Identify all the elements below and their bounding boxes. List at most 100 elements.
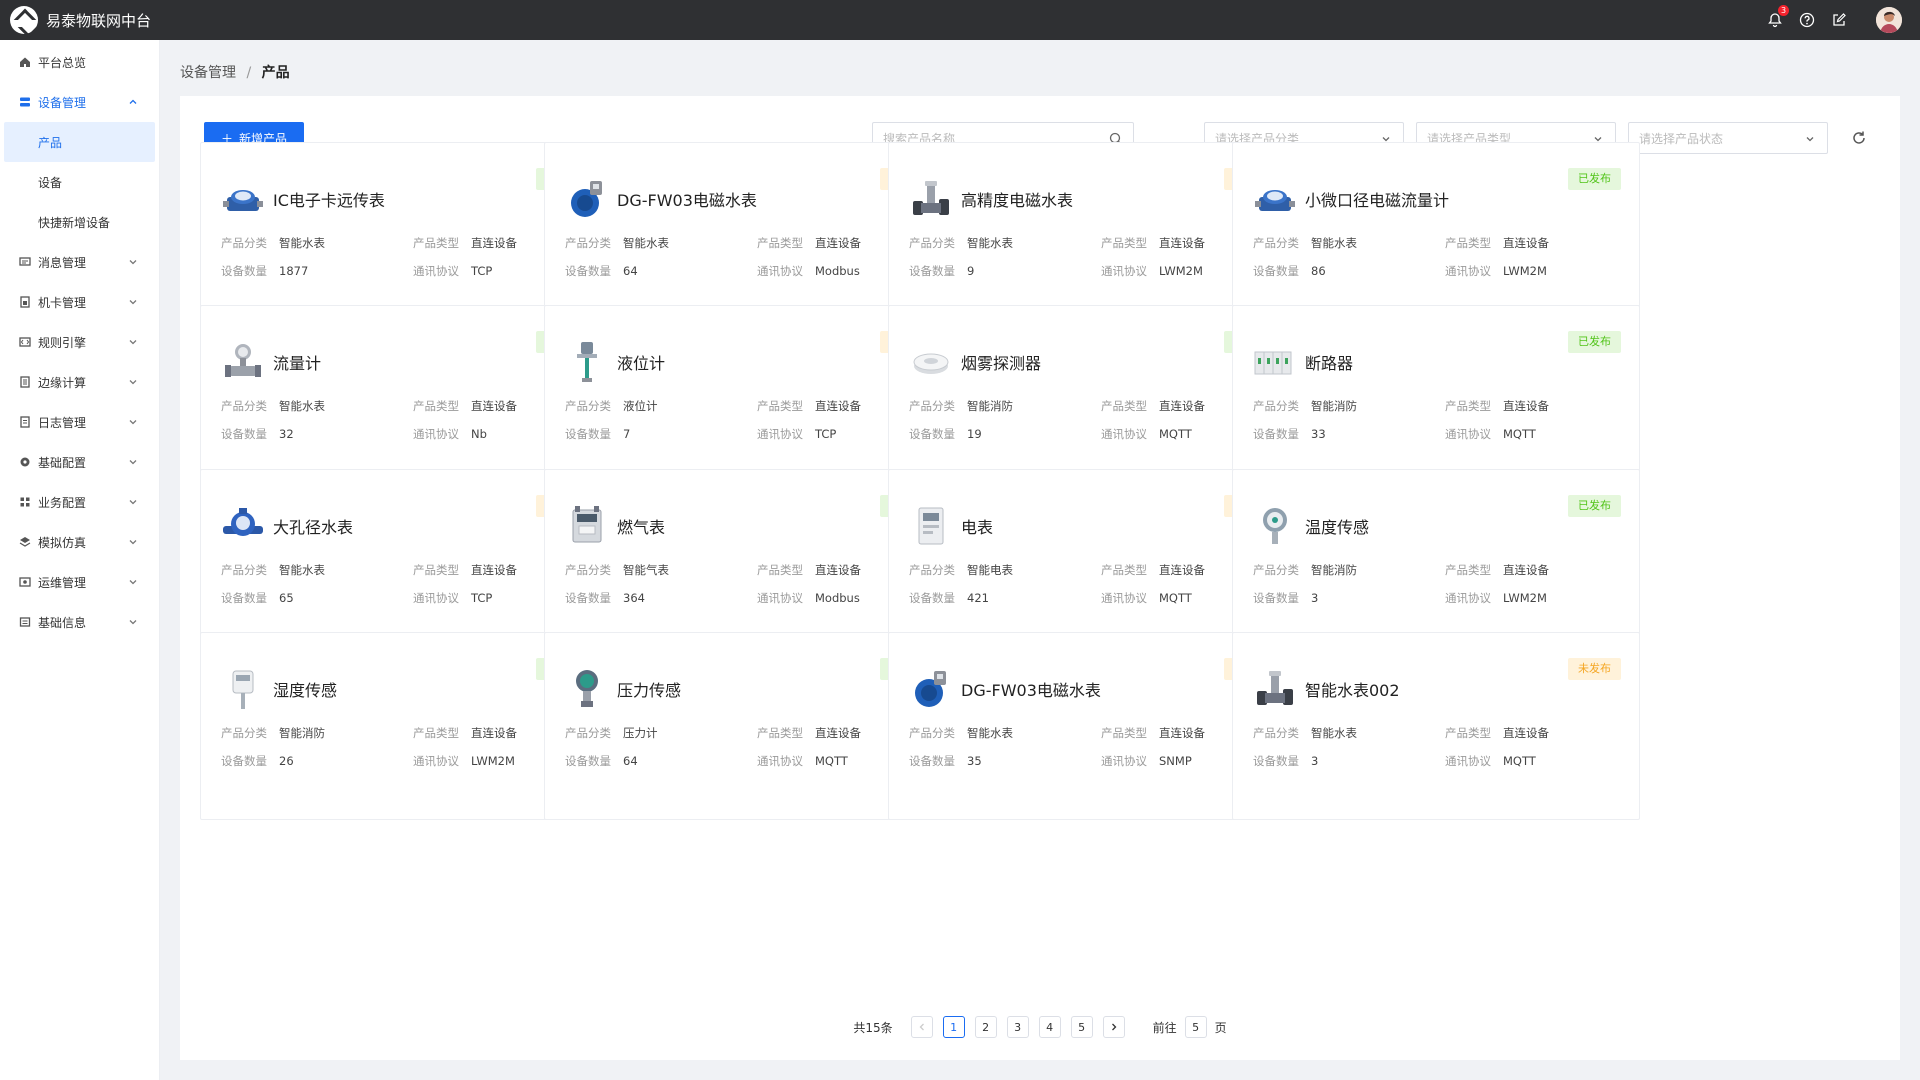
flowmeter-icon (221, 340, 265, 384)
field-value: MQTT (1159, 427, 1192, 441)
field-value: 直连设备 (471, 399, 517, 413)
product-name: 湿度传感 (273, 681, 338, 700)
field-label: 设备数量 (565, 754, 611, 768)
field-value: 9 (967, 264, 975, 278)
field-label: 通讯协议 (1445, 264, 1491, 278)
help-icon[interactable] (1798, 11, 1816, 29)
field-value: 直连设备 (1503, 563, 1549, 577)
product-card[interactable]: 智能水表002 未发布 产品分类 智能水表 产品类型 直连设备 设备数量 3 通讯协议 MQTT (1232, 632, 1640, 820)
field-value: 直连设备 (1159, 399, 1205, 413)
sidebar-item-business-config[interactable]: 业务配置 (0, 482, 159, 522)
total-count: 共15条 (853, 1020, 893, 1035)
field-label: 设备数量 (1253, 427, 1299, 441)
device-icon (18, 95, 32, 109)
prev-page-button[interactable] (910, 1016, 933, 1038)
sidebar-item-rule-engine[interactable]: 规则引擎 (0, 322, 159, 362)
status-badge: 已发布 (1568, 168, 1621, 190)
sidebar-item-ops-management[interactable]: 运维管理 (0, 562, 159, 602)
sidebar-item-sim-management[interactable]: 机卡管理 (0, 282, 159, 322)
product-card[interactable]: 断路器 已发布 产品分类 智能消防 产品类型 直连设备 设备数量 33 通讯协议 MQTT (1232, 305, 1640, 493)
top-actions: 3 (1766, 0, 1902, 40)
product-type: 产品类型 直连设备 (413, 562, 517, 578)
product-category: 产品分类 智能水表 (221, 398, 325, 414)
sidebar-item-label: 运维管理 (38, 575, 87, 590)
product-type: 产品类型 直连设备 (413, 398, 517, 414)
sidebar-item-quick-add-device[interactable]: 快捷新增设备 (0, 202, 159, 242)
sidebar: 平台总览 设备管理 产品 设备 快捷新增设备 消息管理 机卡管理 规则引擎 边缘… (0, 40, 160, 1080)
field-value: 65 (279, 591, 294, 605)
field-label: 设备数量 (221, 591, 267, 605)
product-name: 压力传感 (617, 681, 682, 700)
goto-page-input[interactable]: 5 (1184, 1016, 1207, 1038)
field-value: 直连设备 (471, 236, 517, 250)
device-count: 设备数量 9 (909, 263, 974, 279)
sidebar-item-basic-config[interactable]: 基础配置 (0, 442, 159, 482)
bell-icon[interactable]: 3 (1766, 5, 1789, 29)
sidebar-item-basic-info[interactable]: 基础信息 (0, 602, 159, 642)
field-label: 通讯协议 (757, 264, 803, 278)
product-name: DG-FW03电磁水表 (617, 191, 757, 210)
product-protocol: 通讯协议 MQTT (1101, 590, 1192, 606)
notification-badge: 3 (1778, 5, 1789, 16)
device-count: 设备数量 26 (221, 753, 294, 769)
field-value: Nb (471, 427, 487, 441)
page-button[interactable]: 5 (1070, 1016, 1093, 1038)
sidebar-item-message-management[interactable]: 消息管理 (0, 242, 159, 282)
device-count: 设备数量 1877 (221, 263, 308, 279)
field-value: 智能消防 (1311, 399, 1357, 413)
field-value: 液位计 (623, 399, 658, 413)
field-label: 产品分类 (909, 399, 955, 413)
goto-suffix: 页 (1214, 1020, 1227, 1035)
field-label: 产品分类 (1253, 726, 1299, 740)
app-logo[interactable]: 易泰物联网中台 (10, 6, 151, 34)
product-category: 产品分类 智能水表 (909, 235, 1013, 251)
field-value: 智能消防 (967, 399, 1013, 413)
goto-page: 前往 5 页 (1153, 1016, 1227, 1038)
page-button[interactable]: 3 (1006, 1016, 1029, 1038)
sidebar-item-overview[interactable]: 平台总览 (0, 42, 159, 82)
field-value: TCP (815, 427, 837, 441)
gas-meter-icon (565, 504, 609, 548)
sidebar-item-devices[interactable]: 设备 (0, 162, 159, 202)
field-value: 33 (1311, 427, 1326, 441)
field-value: 直连设备 (815, 236, 861, 250)
sidebar-item-log-management[interactable]: 日志管理 (0, 402, 159, 442)
sidebar-item-products[interactable]: 产品 (4, 122, 155, 162)
level-gauge-icon (565, 340, 609, 384)
field-label: 产品类型 (413, 236, 459, 250)
field-value: 智能水表 (1311, 726, 1357, 740)
breadcrumb-parent[interactable]: 设备管理 (180, 65, 236, 81)
product-protocol: 通讯协议 TCP (757, 426, 836, 442)
refresh-icon[interactable] (1850, 129, 1868, 147)
product-category: 产品分类 智能水表 (909, 725, 1013, 741)
field-label: 通讯协议 (413, 427, 459, 441)
sidebar-item-edge-computing[interactable]: 边缘计算 (0, 362, 159, 402)
sidebar-item-simulation[interactable]: 模拟仿真 (0, 522, 159, 562)
edit-icon[interactable] (1830, 11, 1848, 29)
field-value: 智能电表 (967, 563, 1013, 577)
next-page-button[interactable] (1102, 1016, 1125, 1038)
edge-computing-icon (18, 375, 32, 389)
field-value: 智能消防 (279, 726, 325, 740)
product-card[interactable]: 温度传感 已发布 产品分类 智能消防 产品类型 直连设备 设备数量 3 通讯协议 LWM2M (1232, 469, 1640, 657)
sidebar-item-device-management[interactable]: 设备管理 (0, 82, 159, 122)
page-button[interactable]: 4 (1038, 1016, 1061, 1038)
sidebar-item-label: 基础配置 (38, 455, 87, 470)
page-button[interactable]: 1 (942, 1016, 965, 1038)
product-card[interactable]: 小微口径电磁流量计 已发布 产品分类 智能水表 产品类型 直连设备 设备数量 86 通讯协议 LW… (1232, 142, 1640, 330)
smoke-detector-icon (909, 340, 953, 384)
status-select[interactable]: 请选择产品状态 (1628, 122, 1828, 154)
config-icon (18, 455, 32, 469)
field-value: 智能水表 (967, 726, 1013, 740)
user-avatar[interactable] (1876, 7, 1902, 33)
device-count: 设备数量 3 (1253, 753, 1318, 769)
breadcrumb-separator: / (246, 65, 252, 81)
field-label: 通讯协议 (1101, 264, 1147, 278)
product-name: 流量计 (273, 354, 322, 373)
field-label: 产品类型 (1445, 399, 1491, 413)
field-label: 通讯协议 (1445, 427, 1491, 441)
field-label: 通讯协议 (1101, 591, 1147, 605)
page-button[interactable]: 2 (974, 1016, 997, 1038)
product-category: 产品分类 智能消防 (1253, 398, 1357, 414)
product-protocol: 通讯协议 MQTT (1445, 753, 1536, 769)
